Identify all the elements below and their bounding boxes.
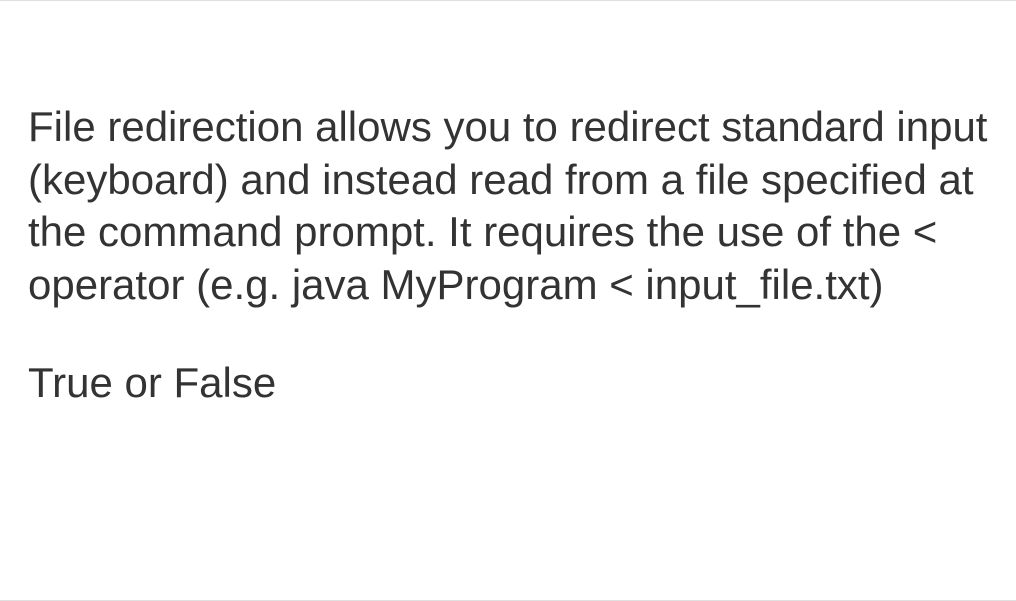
question-container: File redirection allows you to redirect … (0, 0, 1016, 601)
question-prompt: True or False (28, 356, 988, 411)
question-body: File redirection allows you to redirect … (28, 101, 988, 311)
